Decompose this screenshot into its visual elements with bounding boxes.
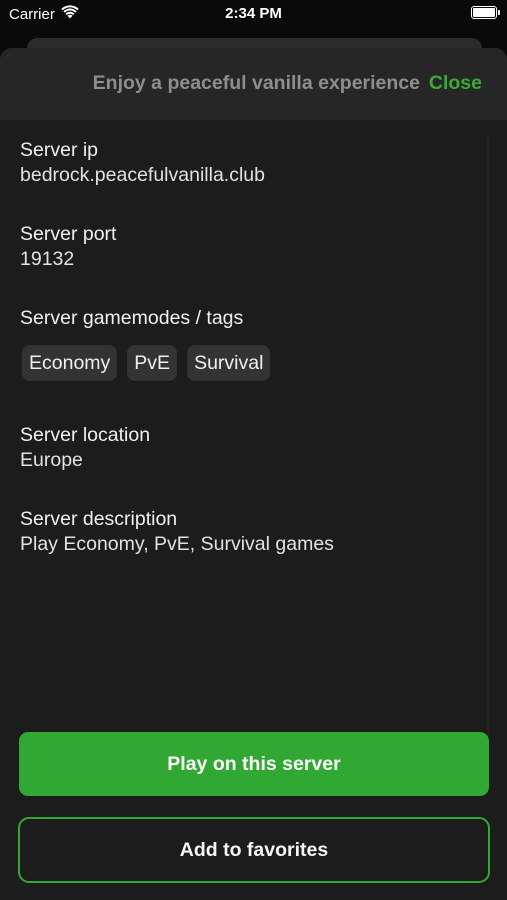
scroll-track bbox=[487, 136, 489, 736]
server-detail-sheet: Enjoy a peaceful vanilla experience Clos… bbox=[0, 48, 507, 900]
server-description-field: Server description Play Economy, PvE, Su… bbox=[20, 507, 334, 557]
add-to-favorites-button[interactable]: Add to favorites bbox=[18, 817, 490, 883]
tag-economy: Economy bbox=[22, 345, 118, 381]
server-location-field: Server location Europe bbox=[20, 423, 150, 473]
server-gamemodes-field: Server gamemodes / tags bbox=[20, 306, 243, 330]
play-button[interactable]: Play on this server bbox=[19, 732, 489, 796]
server-port-label: Server port bbox=[20, 223, 117, 245]
server-description-label: Server description bbox=[20, 508, 178, 530]
close-button[interactable]: Close bbox=[429, 72, 482, 95]
server-location-label: Server location bbox=[20, 424, 151, 446]
status-time: 2:34 PM bbox=[225, 5, 282, 22]
battery-icon bbox=[471, 6, 500, 19]
tag-list: Economy PvE Survival bbox=[22, 345, 271, 381]
server-ip-field: Server ip bedrock.peacefulvanilla.club bbox=[20, 138, 265, 188]
battery-fill bbox=[473, 8, 495, 17]
tag-survival: Survival bbox=[187, 345, 271, 381]
server-port-value: 19132 bbox=[20, 248, 75, 270]
server-location-value: Europe bbox=[20, 449, 83, 471]
server-ip-label: Server ip bbox=[20, 139, 99, 161]
sheet-title: Enjoy a peaceful vanilla experience bbox=[92, 72, 420, 94]
sheet-header: Enjoy a peaceful vanilla experience Clos… bbox=[0, 48, 507, 120]
screen: Carrier 2:34 PM Enjoy a peaceful vanilla… bbox=[0, 0, 507, 900]
server-description-value: Play Economy, PvE, Survival games bbox=[20, 533, 334, 555]
server-ip-value: bedrock.peacefulvanilla.club bbox=[20, 164, 265, 186]
tag-pve: PvE bbox=[127, 345, 178, 381]
server-port-field: Server port 19132 bbox=[20, 222, 116, 272]
server-gamemodes-label: Server gamemodes / tags bbox=[20, 307, 244, 329]
status-bar: Carrier 2:34 PM bbox=[0, 0, 507, 30]
